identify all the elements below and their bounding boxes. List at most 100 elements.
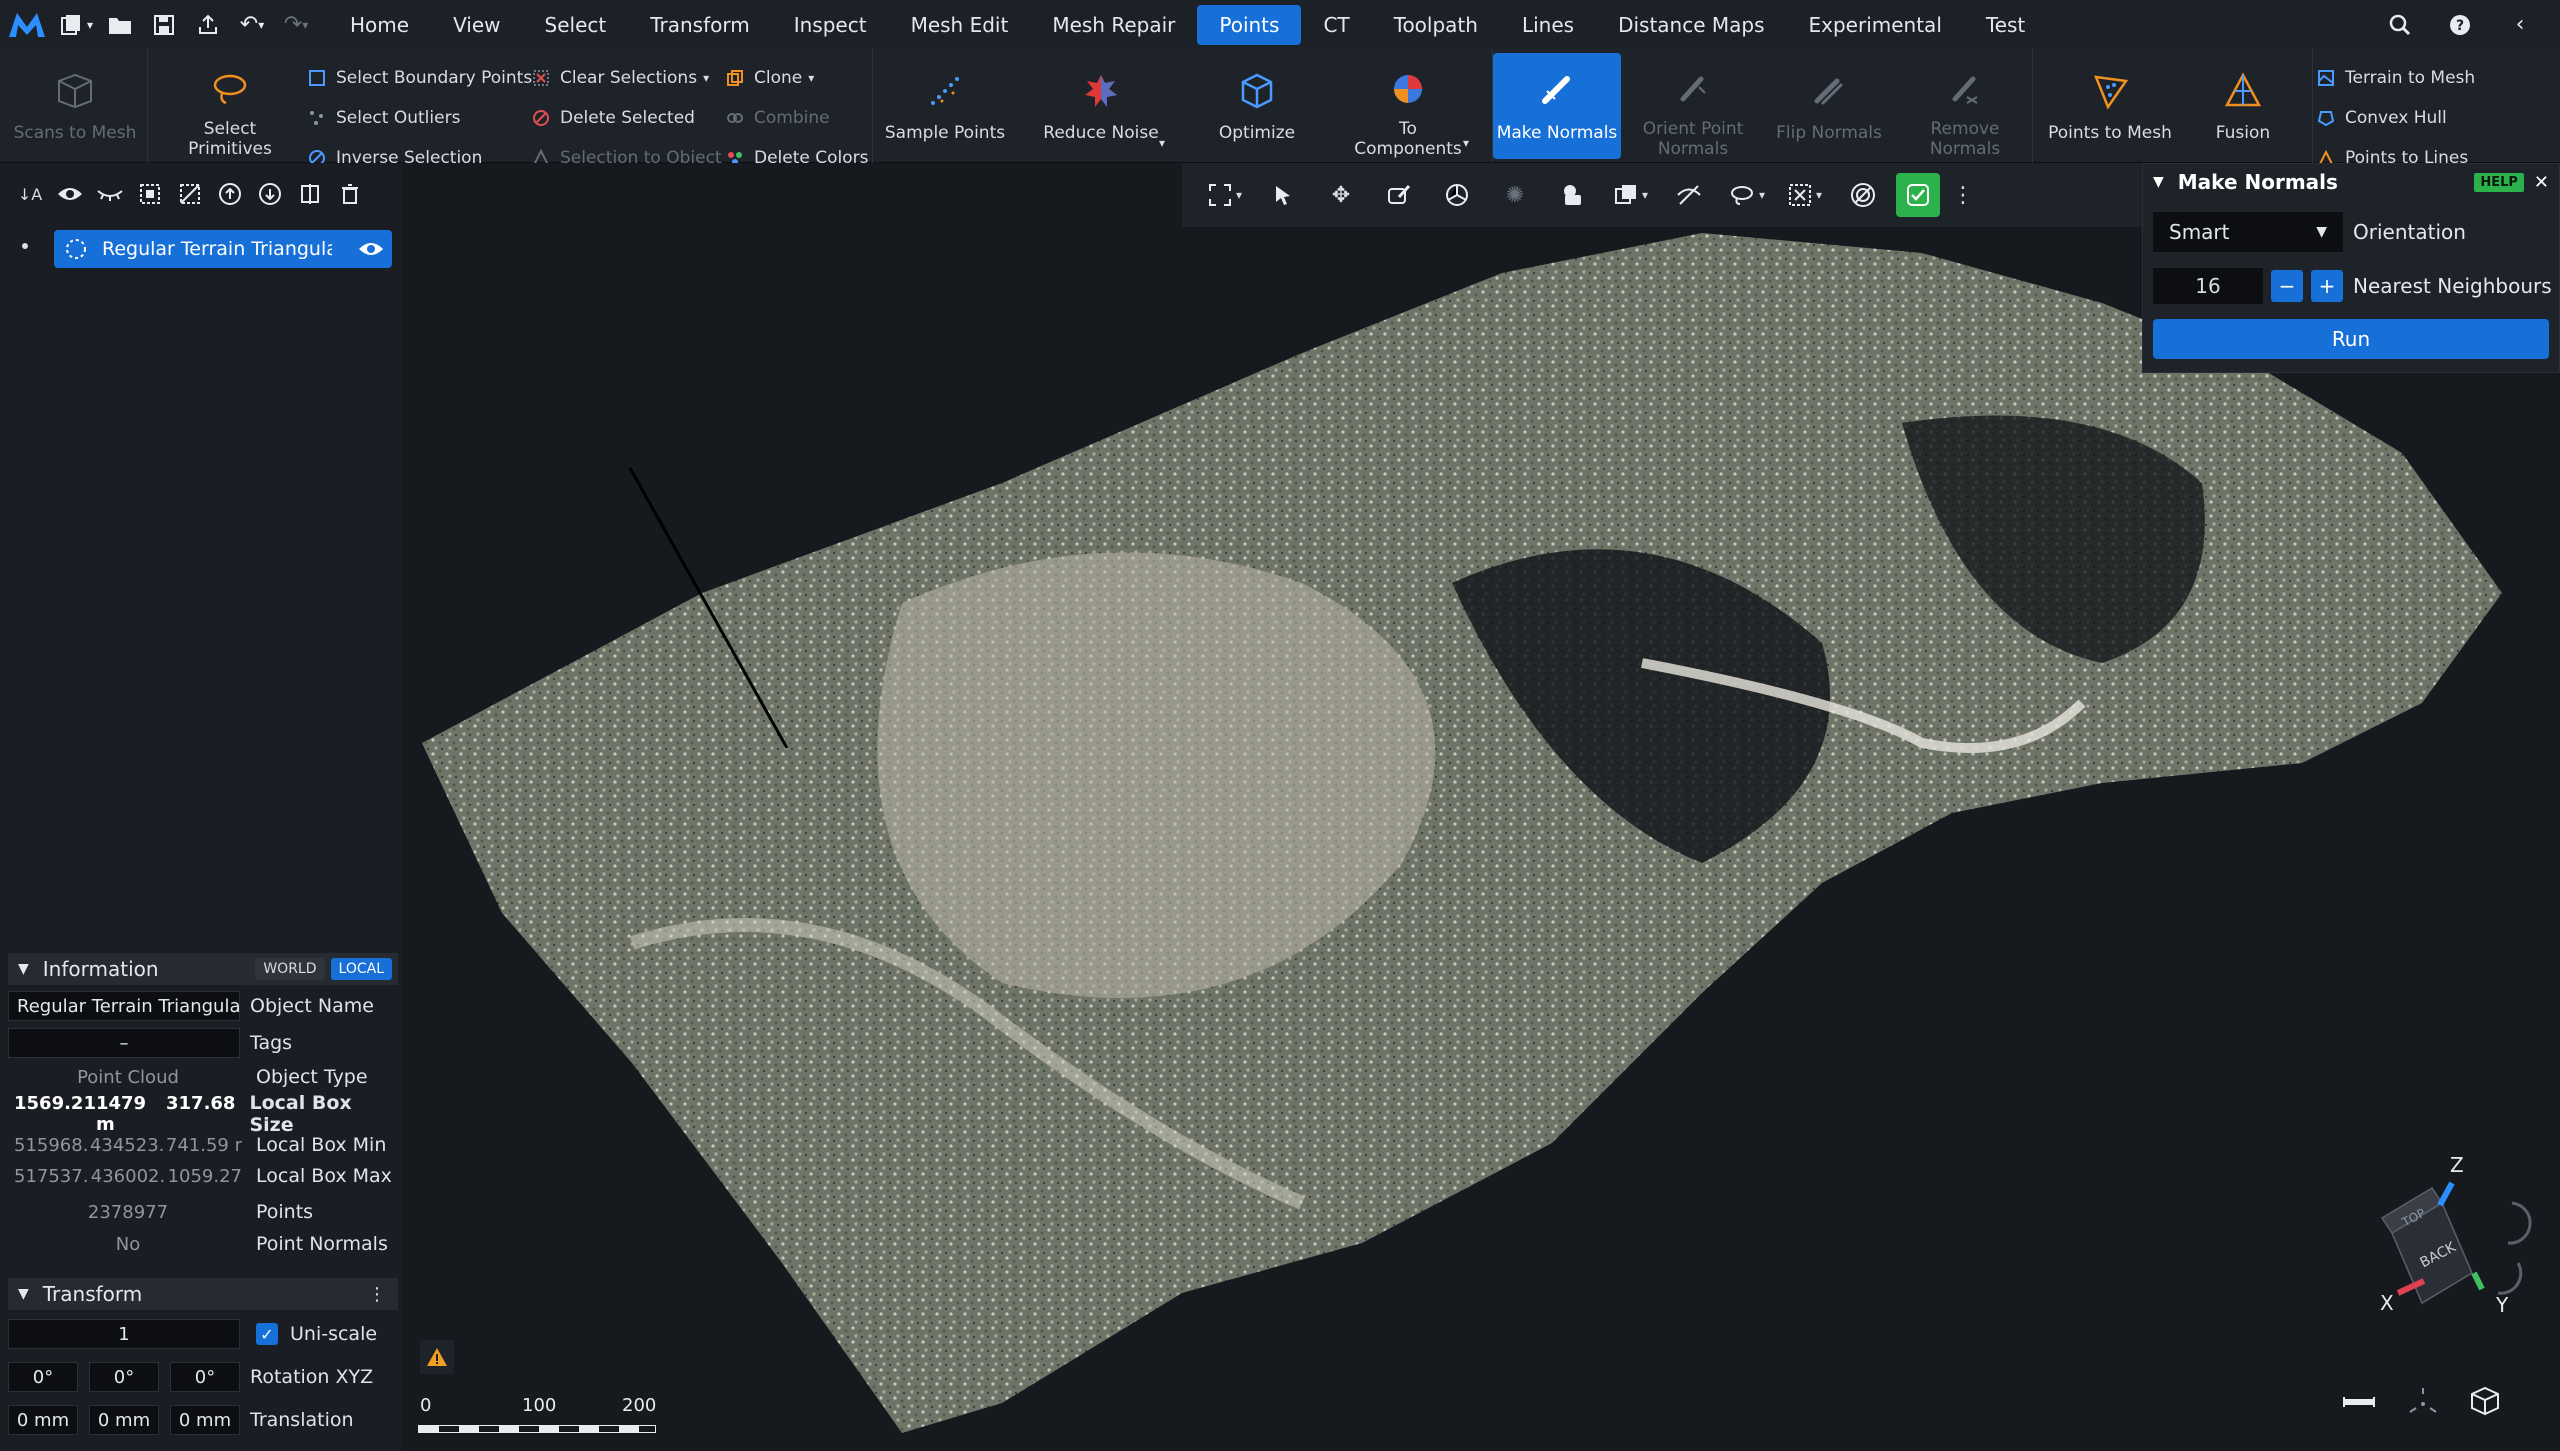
flip-normals-button[interactable]: Flip Normals <box>1765 53 1893 159</box>
confirm-check-icon[interactable] <box>1896 173 1940 217</box>
scans-to-mesh-button[interactable]: Scans to Mesh <box>8 53 142 159</box>
fusion-button[interactable]: Fusion <box>2183 53 2303 159</box>
clear-icon <box>530 67 552 89</box>
convex-hull-button[interactable]: Convex Hull <box>2315 103 2447 133</box>
more-options-icon[interactable]: ⋮ <box>368 1284 386 1305</box>
neighbours-decrement-button[interactable]: − <box>2271 270 2303 302</box>
help-icon[interactable]: ? <box>2430 7 2490 43</box>
undo-icon[interactable]: ↶ ▾ <box>230 7 274 43</box>
information-header[interactable]: ▼ Information WORLD LOCAL <box>8 953 398 985</box>
split-icon[interactable] <box>294 176 326 212</box>
app-logo-icon[interactable] <box>0 0 54 49</box>
pointer-icon[interactable] <box>1258 173 1308 217</box>
scale-field[interactable]: 1 <box>8 1319 240 1349</box>
tree-expand-dot-icon[interactable] <box>22 243 28 249</box>
menu-tab-ct[interactable]: CT <box>1301 5 1371 45</box>
points-to-mesh-button[interactable]: Points to Mesh <box>2041 53 2179 159</box>
select-all-icon[interactable] <box>134 176 166 212</box>
eye-closed-icon[interactable] <box>94 176 126 212</box>
menu-tab-mesh-edit[interactable]: Mesh Edit <box>889 5 1031 45</box>
menu-tab-transform[interactable]: Transform <box>628 5 771 45</box>
more-vertical-icon[interactable]: ⋮ <box>1948 173 1978 217</box>
menu-tab-toolpath[interactable]: Toolpath <box>1372 5 1500 45</box>
delete-selected-button[interactable]: Delete Selected <box>530 103 695 133</box>
tags-field[interactable]: – <box>8 1028 240 1058</box>
select-primitives-button[interactable]: Select Primitives <box>160 53 300 159</box>
translation-y-field[interactable]: 0 mm <box>89 1405 159 1435</box>
orbit-center-icon[interactable] <box>2406 1386 2440 1420</box>
hide-icon[interactable] <box>1664 173 1714 217</box>
eye-icon[interactable] <box>54 176 86 212</box>
neighbours-input[interactable]: 16 <box>2153 268 2263 304</box>
uniscale-checkbox[interactable]: ✓ <box>256 1323 278 1345</box>
redo-icon[interactable]: ↷ ▾ <box>274 7 318 43</box>
remove-normals-button[interactable]: Remove Normals <box>1901 53 2029 159</box>
menu-tab-experimental[interactable]: Experimental <box>1787 5 1964 45</box>
move-icon[interactable]: ✥ <box>1316 173 1366 217</box>
select-outliers-button[interactable]: Select Outliers <box>306 103 460 133</box>
menu-tab-view[interactable]: View <box>431 5 522 45</box>
object-icon[interactable] <box>1548 173 1598 217</box>
close-icon[interactable]: ✕ <box>2534 172 2549 193</box>
run-button[interactable]: Run <box>2153 319 2549 359</box>
local-toggle[interactable]: LOCAL <box>330 958 392 980</box>
neighbours-increment-button[interactable]: + <box>2311 270 2343 302</box>
object-name-field[interactable]: Regular Terrain Triangulation <box>8 991 240 1021</box>
sort-icon[interactable]: ↓A <box>14 176 46 212</box>
clear-selections-button[interactable]: Clear Selections ▾ <box>530 63 709 93</box>
visibility-eye-icon[interactable] <box>358 240 384 258</box>
help-badge[interactable]: HELP <box>2474 172 2524 192</box>
fit-view-icon[interactable]: ▾ <box>1200 173 1250 217</box>
combine-button[interactable]: Combine <box>724 103 830 133</box>
menu-tab-points[interactable]: Points <box>1197 4 1302 45</box>
menu-tab-inspect[interactable]: Inspect <box>772 5 889 45</box>
optimize-button[interactable]: Optimize <box>1191 53 1323 159</box>
clone-button[interactable]: Clone ▾ <box>724 63 814 93</box>
make-normals-button[interactable]: Make Normals <box>1493 53 1621 159</box>
clear-select-icon[interactable]: ▾ <box>1780 173 1830 217</box>
rotation-y-field[interactable]: 0° <box>89 1362 159 1392</box>
menu-tab-test[interactable]: Test <box>1964 5 2047 45</box>
ruler-icon[interactable] <box>2342 1394 2376 1413</box>
new-file-icon[interactable]: ▾ <box>54 7 98 43</box>
paint-select-icon[interactable] <box>1374 173 1424 217</box>
viewport-toolbar: ▾ ✥ ✺ ▾ ▾ ▾ ⋮ <box>1182 163 2172 227</box>
box-select-icon[interactable]: ▾ <box>1606 173 1656 217</box>
warning-icon[interactable] <box>420 1340 454 1374</box>
translation-z-field[interactable]: 0 mm <box>170 1405 240 1435</box>
orientation-select[interactable]: Smart ▼ <box>2153 212 2343 252</box>
collapse-chevron-icon[interactable]: ‹ <box>2490 7 2550 43</box>
to-components-button[interactable]: To Components ▾ <box>1333 53 1483 159</box>
mesh-sphere-icon[interactable]: ✺ <box>1490 173 1540 217</box>
menu-tab-distance-maps[interactable]: Distance Maps <box>1596 5 1786 45</box>
deselect-icon[interactable] <box>174 176 206 212</box>
world-toggle[interactable]: WORLD <box>255 958 325 980</box>
move-down-icon[interactable] <box>254 176 286 212</box>
trackball-icon[interactable] <box>1432 173 1482 217</box>
save-icon[interactable] <box>142 7 186 43</box>
menu-tab-select[interactable]: Select <box>523 5 629 45</box>
rotation-x-field[interactable]: 0° <box>8 1362 78 1392</box>
terrain-to-mesh-button[interactable]: Terrain to Mesh <box>2315 63 2475 93</box>
menu-tab-mesh-repair[interactable]: Mesh Repair <box>1030 5 1197 45</box>
lasso-select-icon[interactable]: ▾ <box>1722 173 1772 217</box>
menu-tab-lines[interactable]: Lines <box>1500 5 1596 45</box>
translation-x-field[interactable]: 0 mm <box>8 1405 78 1435</box>
reduce-noise-button[interactable]: Reduce Noise ▾ <box>1021 53 1181 159</box>
scene-item-terrain[interactable]: Regular Terrain Triangulation <box>54 230 392 268</box>
move-up-icon[interactable] <box>214 176 246 212</box>
cube-view-icon[interactable] <box>2470 1386 2500 1420</box>
open-folder-icon[interactable] <box>98 7 142 43</box>
rotation-z-field[interactable]: 0° <box>170 1362 240 1392</box>
select-boundary-points-button[interactable]: Select Boundary Points <box>306 63 532 93</box>
chevron-down-icon[interactable]: ▼ <box>2153 174 2164 190</box>
orient-point-normals-button[interactable]: Orient Point Normals <box>1629 53 1757 159</box>
menu-tab-home[interactable]: Home <box>328 5 431 45</box>
sample-points-button[interactable]: Sample Points <box>879 53 1011 159</box>
trash-icon[interactable] <box>334 176 366 212</box>
view-cube[interactable]: TOP BACK Z X Y <box>2322 1143 2542 1353</box>
export-icon[interactable] <box>186 7 230 43</box>
transform-header[interactable]: ▼ Transform ⋮ <box>8 1278 398 1310</box>
search-icon[interactable] <box>2370 7 2430 43</box>
filter-icon[interactable] <box>1838 173 1888 217</box>
